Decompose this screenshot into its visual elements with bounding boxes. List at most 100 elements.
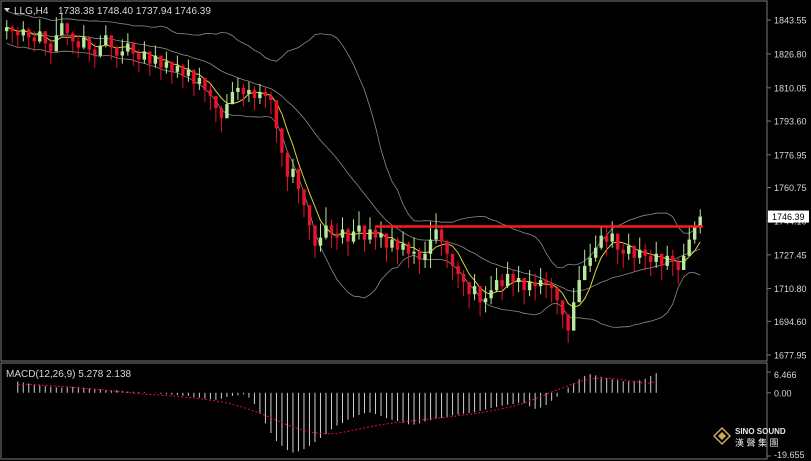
candle-body — [483, 298, 488, 303]
candle-body — [98, 45, 102, 56]
candle-body — [494, 280, 499, 291]
logo-text-zh: 漢 聲 集 團 — [735, 437, 779, 448]
candle-body — [280, 128, 284, 153]
price-tick-label: 1694.60 — [774, 317, 807, 327]
candle-body — [340, 229, 345, 238]
candle-body — [208, 89, 213, 96]
candle-body — [263, 92, 268, 96]
candle-body — [219, 108, 224, 119]
candle-body — [120, 51, 124, 56]
candle-body — [148, 51, 152, 64]
candle-body — [318, 237, 323, 246]
candle-body — [373, 229, 378, 238]
macd-tick-label: 0.00 — [774, 388, 792, 398]
candle-body — [93, 49, 97, 56]
candle-body — [522, 278, 526, 291]
price-axis: 1843.55 1826.80 1810.05 1793.60 1776.95 1760.… — [767, 16, 809, 361]
candle-body — [126, 43, 130, 52]
candle-body — [445, 241, 449, 254]
candle-body — [197, 77, 202, 84]
candle-body — [109, 35, 113, 48]
candle-body — [252, 89, 257, 98]
candle-body — [538, 280, 543, 287]
candle-body — [450, 253, 455, 266]
candle-body — [544, 280, 548, 285]
candle-body — [368, 229, 372, 240]
candle-body — [346, 229, 350, 242]
logo-text-en: SINO SOUND — [735, 427, 786, 436]
candle-body — [605, 235, 609, 242]
candle-body — [434, 229, 438, 240]
candle-body — [153, 55, 158, 64]
price-tick-label: 1826.80 — [774, 49, 807, 59]
candle-body — [236, 87, 240, 92]
candle-body — [577, 280, 581, 303]
candle-body — [456, 265, 460, 274]
candle-body — [329, 225, 334, 234]
candle-body — [115, 47, 119, 56]
candle-body — [137, 53, 141, 60]
candle-body — [428, 239, 433, 254]
candle-body — [324, 225, 328, 238]
candle-body — [60, 23, 64, 36]
candle-body — [159, 55, 163, 68]
candle-body — [71, 33, 75, 42]
candle-body — [230, 92, 235, 105]
candle-body — [527, 282, 532, 291]
candle-body — [192, 69, 196, 84]
candle-body — [511, 274, 515, 283]
candle-body — [32, 37, 36, 42]
candle-body — [274, 100, 279, 129]
candle-body — [258, 92, 262, 99]
candle-body — [43, 31, 47, 44]
candle-body — [379, 233, 383, 238]
candle-body — [225, 104, 229, 119]
candle-body — [671, 255, 675, 262]
candle-body — [241, 87, 246, 94]
candle-body — [505, 274, 510, 287]
candle-body — [285, 152, 290, 177]
candle-body — [649, 255, 653, 262]
candle-body — [247, 89, 251, 94]
candle-body — [362, 225, 367, 240]
candle-body — [533, 282, 537, 287]
candle-body — [621, 249, 625, 254]
candle-body — [478, 286, 482, 303]
candle-body — [104, 35, 108, 46]
candle-body — [296, 168, 301, 189]
price-tick-label: 1760.75 — [774, 183, 807, 193]
candle-body — [472, 286, 477, 295]
candle-body — [423, 253, 427, 260]
candle-body — [660, 253, 664, 266]
candle-body — [665, 255, 669, 266]
macd-readout: MACD(12,26,9) 5.278 2.138 — [6, 369, 132, 380]
candle-body — [38, 31, 42, 42]
candle-body — [82, 37, 86, 48]
candle-body — [142, 51, 146, 60]
candle-body — [269, 96, 273, 100]
candle-body — [616, 233, 620, 250]
ohlc-readout: 1738.38 1748.40 1737.94 1746.39 — [58, 6, 211, 17]
candle-body — [335, 233, 339, 238]
current-price-label: 1746.39 — [772, 212, 805, 222]
candle-body — [170, 61, 174, 72]
candle-body — [351, 231, 356, 242]
candle-body — [632, 245, 636, 258]
candle-body — [676, 261, 680, 270]
candle-body — [594, 247, 598, 258]
candle-body — [406, 243, 411, 254]
macd-tick-label: -19.655 — [774, 450, 805, 460]
candle-body — [164, 61, 169, 68]
candle-body — [16, 31, 20, 36]
price-tick-label: 1727.45 — [774, 250, 807, 260]
candle-body — [390, 239, 394, 248]
candle-body — [572, 302, 576, 331]
candle-body — [638, 249, 642, 258]
candle-body — [566, 314, 570, 331]
candle-body — [467, 282, 471, 295]
candle-body — [489, 290, 493, 299]
candle-body — [555, 288, 559, 301]
candle-body — [583, 265, 587, 281]
candle-body — [313, 225, 317, 246]
macd-tick-label: 6.466 — [774, 370, 797, 380]
